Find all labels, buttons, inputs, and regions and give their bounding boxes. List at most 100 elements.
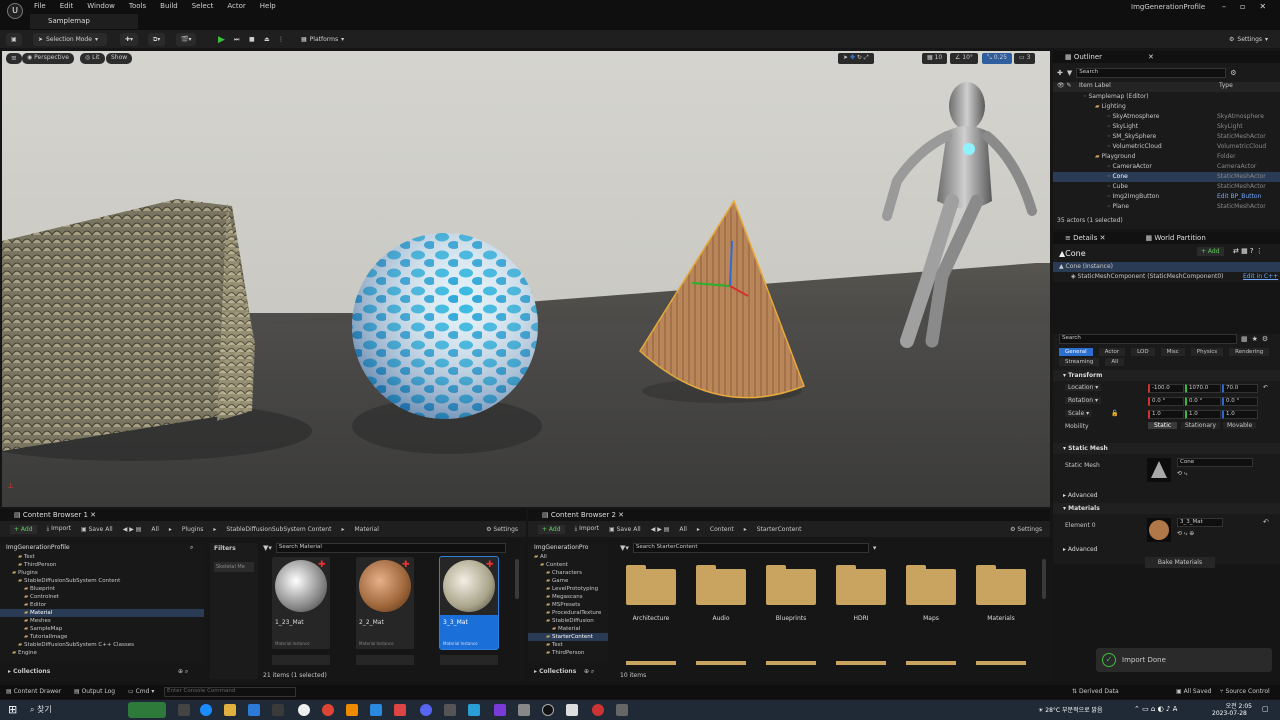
close-tab-icon[interactable]: ✕	[1148, 53, 1154, 61]
more-icon[interactable]: ⋮	[273, 33, 289, 46]
cb1-root[interactable]: ImgGenerationProfile ⌕	[0, 543, 204, 553]
console-input[interactable]: Enter Console Command	[164, 687, 296, 697]
rotation-y-input[interactable]: 0.0 °	[1185, 397, 1221, 406]
tree-folder[interactable]: ▰ Meshes	[0, 617, 204, 625]
app-icon[interactable]	[298, 704, 310, 716]
blueprint-icon[interactable]: ⧉▾	[148, 33, 166, 46]
windows-start-icon[interactable]: ⊞	[8, 703, 17, 716]
tree-folder[interactable]: ▰ Material	[528, 625, 608, 633]
tree-folder[interactable]: ▰ Material	[0, 609, 204, 617]
outliner-tab[interactable]: ▦ Outliner ✕	[1053, 51, 1280, 63]
scale-z-input[interactable]: 1.0	[1222, 410, 1258, 419]
tree-folder[interactable]: ▰ Megascans	[528, 593, 608, 601]
table-view-icon[interactable]: ▦	[1241, 335, 1248, 343]
menu-file[interactable]: File	[34, 2, 46, 10]
menu-edit[interactable]: Edit	[60, 2, 74, 10]
filter-all[interactable]: All	[1105, 358, 1125, 366]
folder-materials-icon[interactable]	[976, 565, 1026, 605]
derived-data-button[interactable]: ⇅ Derived Data	[1072, 688, 1119, 695]
close-icon[interactable]: ✕	[1259, 2, 1266, 11]
outliner-row[interactable]: ◦ SM_SkySphere StaticMeshActor	[1053, 132, 1280, 142]
filter-icon[interactable]: ▼▾	[620, 544, 629, 552]
clock-date[interactable]: 2023-07-28	[1212, 710, 1252, 717]
mail-icon[interactable]	[248, 704, 260, 716]
cb2-path-content[interactable]: Content	[710, 526, 734, 533]
move-tool-icon[interactable]: ✥	[850, 54, 855, 61]
filter-icon[interactable]: ▼▾	[263, 544, 272, 552]
tree-folder[interactable]: ▰ ThirdPerson	[0, 561, 204, 569]
blueprint-tools-icons[interactable]: ⇄ ▦ ? ⋮	[1233, 247, 1263, 255]
folder-maps-icon[interactable]	[906, 565, 956, 605]
tree-folder[interactable]: ▰ Blueprint	[0, 585, 204, 593]
search-icon[interactable]: ⌕	[190, 543, 193, 553]
material-dropdown[interactable]: 3_3_Mat	[1177, 518, 1223, 527]
cb2-add-button[interactable]: + Add	[538, 524, 565, 534]
outliner-row[interactable]: ◦ VolumetricCloud VolumetricCloud	[1053, 142, 1280, 152]
edit-in-cpp-link[interactable]: Edit in C++	[1243, 272, 1278, 282]
scale-snap-button[interactable]: ⤡ 0.25	[982, 53, 1013, 64]
filter-general[interactable]: General	[1059, 348, 1093, 356]
cb1-add-button[interactable]: + Add	[10, 524, 37, 534]
tab-world-partition[interactable]: ▦ World Partition	[1145, 234, 1205, 242]
content-drawer-button[interactable]: ▤ Content Drawer	[6, 688, 61, 695]
tree-folder[interactable]: ▰ StableDiffusion	[528, 617, 608, 625]
rotation-snap-button[interactable]: ∠ 10°	[950, 53, 978, 64]
save-icon[interactable]: ▣	[6, 33, 22, 46]
tree-folder[interactable]: ▰ ThirdPerson	[528, 649, 608, 657]
cb2-scrollbar[interactable]	[1042, 559, 1046, 599]
asset-tile-3-selected[interactable]: ✚ 3_3_Mat Material Instance	[439, 556, 499, 650]
cb1-collections[interactable]: ▸ Collections	[8, 668, 50, 675]
static-mesh-section[interactable]: ▾ Static Mesh	[1053, 443, 1280, 454]
tree-folder[interactable]: ▰ ProceduralTexture	[528, 609, 608, 617]
item-label-header[interactable]: Item Label	[1079, 82, 1219, 92]
app-icon[interactable]	[566, 704, 578, 716]
cinematics-icon[interactable]: 🎬▾	[176, 33, 197, 46]
settings-icon[interactable]: ⚙	[1230, 69, 1236, 77]
tree-folder[interactable]: ▰ MSPresets	[528, 601, 608, 609]
app-icon[interactable]	[518, 704, 530, 716]
vscode-icon[interactable]	[370, 704, 382, 716]
visual-studio-icon[interactable]	[494, 704, 506, 716]
camera-speed-button[interactable]: ▭ 3	[1014, 53, 1036, 64]
cb1-save-all-button[interactable]: ▣ Save All	[81, 526, 113, 533]
outliner-row[interactable]: ▰ Lighting	[1053, 102, 1280, 112]
outliner-row[interactable]: ◦ Plane StaticMeshActor	[1053, 202, 1280, 212]
history-icons[interactable]: ◀ ▶ ▤	[651, 526, 670, 533]
folder-architecture-icon[interactable]	[626, 565, 676, 605]
mobility-static[interactable]: Static	[1148, 422, 1178, 429]
unreal-logo-icon[interactable]: U	[7, 3, 23, 19]
cb2-settings-button[interactable]: ⚙ Settings	[1010, 526, 1042, 533]
scale-y-input[interactable]: 1.0	[1185, 410, 1221, 419]
outliner-row-type[interactable]: Edit BP_Button	[1217, 192, 1261, 202]
location-x-input[interactable]: -100.0	[1148, 384, 1184, 393]
app-icon[interactable]	[592, 704, 604, 716]
select-tool-icon[interactable]: ➤	[843, 54, 848, 61]
add-component-button[interactable]: + Add	[1197, 247, 1224, 256]
bake-materials-button[interactable]: Bake Materials	[1145, 557, 1215, 568]
maximize-icon[interactable]: ▫	[1240, 2, 1245, 11]
taskbar-search[interactable]: ⌕ 찾기	[30, 704, 52, 715]
app-icon[interactable]	[394, 704, 406, 716]
perspective-button[interactable]: ◉ Perspective	[22, 53, 74, 64]
settings-button[interactable]: ⚙ Settings ▾	[1224, 33, 1273, 46]
menu-build[interactable]: Build	[160, 2, 178, 10]
outliner-search-input[interactable]: Search	[1076, 68, 1227, 78]
scale-tool-icon[interactable]: ⤢	[864, 54, 869, 61]
all-saved-button[interactable]: ▣ All Saved	[1176, 688, 1211, 695]
viewport-menu-icon[interactable]: ≡	[6, 53, 22, 64]
mobility-stationary[interactable]: Stationary	[1181, 422, 1221, 429]
rotation-x-input[interactable]: 0.0 °	[1148, 397, 1184, 406]
cb2-path-starter[interactable]: StarterContent	[757, 526, 802, 533]
location-y-input[interactable]: 1070.0	[1185, 384, 1221, 393]
component-instance-row[interactable]: ▲ Cone (Instance)	[1053, 262, 1280, 272]
menu-tools[interactable]: Tools	[129, 2, 146, 10]
asset-tile-partial[interactable]	[272, 655, 330, 665]
filter-misc[interactable]: Misc	[1160, 348, 1185, 356]
scale-x-input[interactable]: 1.0	[1148, 410, 1184, 419]
tree-folder[interactable]: ▰ Plugins	[0, 569, 204, 577]
settings-icon[interactable]	[616, 704, 628, 716]
materials-section[interactable]: ▾ Materials	[1053, 503, 1280, 514]
app-icon[interactable]	[346, 704, 358, 716]
details-search-input[interactable]: Search	[1059, 334, 1237, 344]
location-dropdown[interactable]: Location ▾	[1065, 384, 1102, 391]
